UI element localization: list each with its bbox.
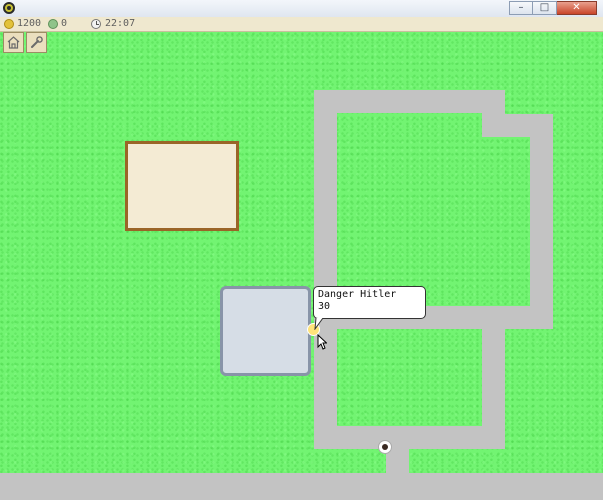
title-bar: – □ ✕ <box>0 0 603 18</box>
population-value: 0 <box>61 18 68 29</box>
time-display: 22:07 <box>91 17 135 31</box>
building-plot[interactable] <box>125 141 239 231</box>
road-right-vertical <box>530 114 553 329</box>
road-lower-horizontal <box>314 426 505 449</box>
time-value: 22:07 <box>105 18 136 29</box>
repair-tool[interactable] <box>26 32 47 53</box>
pool-plot[interactable] <box>220 286 311 376</box>
visitor-character[interactable] <box>378 440 392 454</box>
build-toolbar <box>3 32 47 53</box>
maximize-button[interactable]: □ <box>533 1 557 15</box>
character-name: Danger Hitler <box>318 289 397 300</box>
resource-bar: 1200 0 22:07 <box>0 17 603 32</box>
close-button[interactable]: ✕ <box>557 1 597 15</box>
wrench-icon <box>31 36 43 48</box>
game-map[interactable]: Danger Hitler 30 <box>0 32 603 500</box>
house-icon <box>7 36 20 49</box>
build-house-tool[interactable] <box>3 32 24 53</box>
money-value: 1200 <box>17 18 42 29</box>
road-top-horizontal <box>314 90 505 113</box>
window-controls: – □ ✕ <box>509 1 597 15</box>
clock-icon <box>91 19 101 29</box>
road-left-vertical <box>314 90 337 449</box>
population-icon <box>48 19 58 29</box>
character-value: 30 <box>318 301 331 312</box>
minimize-button[interactable]: – <box>509 1 533 15</box>
tooltip-tail <box>314 318 324 330</box>
mouse-cursor-icon <box>317 334 327 350</box>
coin-icon <box>4 19 14 29</box>
road-bottom <box>0 473 603 500</box>
character-tooltip: Danger Hitler 30 <box>313 286 426 319</box>
gear-icon[interactable] <box>3 2 15 14</box>
money-display: 1200 <box>4 17 41 31</box>
population-display: 0 <box>48 17 67 31</box>
